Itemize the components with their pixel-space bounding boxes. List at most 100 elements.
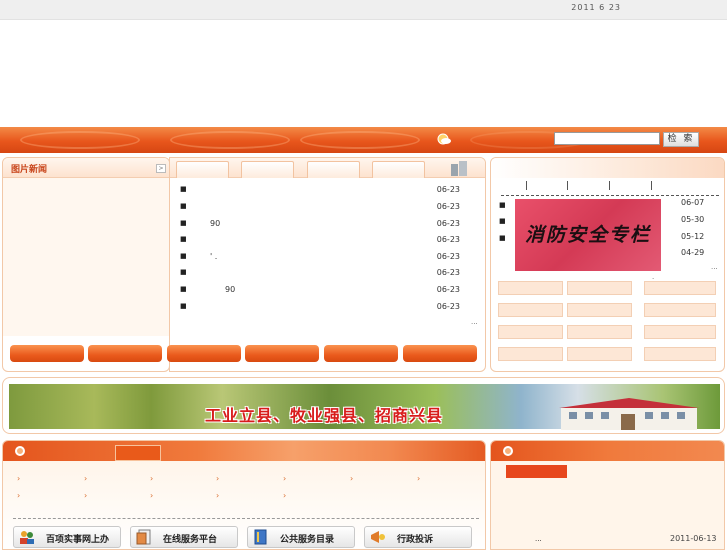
bullet-icon: ... — [535, 535, 542, 543]
service-button-label: 在线服务平台 — [163, 535, 218, 545]
news-item[interactable]: ■ 06-23 — [180, 233, 460, 249]
tab-separator — [651, 181, 652, 190]
bullet-icon: ■ — [180, 285, 187, 293]
news-date: 06-23 — [436, 185, 460, 194]
chevron-right-icon: › — [150, 474, 154, 483]
news-tab-1[interactable] — [176, 161, 229, 178]
fire-safety-column-banner[interactable]: 消防安全专栏 — [515, 199, 661, 271]
link-box[interactable] — [567, 347, 632, 361]
more-link[interactable]: ... — [711, 263, 718, 271]
services-tab-active[interactable] — [115, 445, 161, 461]
photo-news-image-area[interactable] — [3, 178, 169, 336]
bullet-icon: ■ — [180, 185, 187, 193]
link-box[interactable] — [498, 347, 563, 361]
news-date: 06-23 — [436, 235, 460, 244]
news-date: 06-23 — [436, 219, 460, 228]
photo-news-more-button[interactable]: > — [156, 164, 166, 173]
news-title[interactable]: 90 — [225, 285, 235, 294]
link-box[interactable] — [567, 303, 632, 317]
news-tab-3[interactable] — [307, 161, 360, 178]
news-title[interactable]: ' . — [210, 252, 217, 261]
notice-header — [491, 441, 724, 461]
tab-separator — [609, 181, 610, 190]
link-box[interactable] — [498, 325, 563, 339]
search-input[interactable] — [554, 132, 660, 145]
fire-safety-banner-text: 消防安全专栏 — [524, 224, 651, 246]
link-box[interactable] — [567, 325, 632, 339]
notice-tab-active[interactable] — [506, 465, 567, 478]
chevron-right-icon: › — [417, 474, 421, 483]
quick-link-button-4[interactable] — [245, 345, 319, 362]
chevron-right-icon: › — [350, 474, 354, 483]
bullet-icon: ■ — [180, 202, 187, 210]
notice-date: 2011-06-13 — [670, 534, 717, 543]
link-box[interactable] — [644, 281, 716, 295]
news-item[interactable]: ■ 06-23 — [180, 300, 460, 316]
document-icon — [136, 529, 151, 545]
news-title[interactable]: 90 — [210, 219, 220, 228]
search-button[interactable]: 检 索 — [663, 132, 699, 147]
chevron-right-icon: › — [216, 474, 220, 483]
item-date: 04-29 — [681, 248, 705, 257]
services-panel: › › › › › › › › › › › › 百项实事网上办 在线服务平台 公… — [2, 440, 486, 550]
quick-link-button-5[interactable] — [324, 345, 398, 362]
chevron-right-icon: › — [84, 491, 88, 500]
weather-sun-icon — [437, 133, 451, 145]
news-date: 06-23 — [436, 252, 460, 261]
quick-link-button-3[interactable] — [167, 345, 241, 362]
link-box[interactable] — [567, 281, 632, 295]
slogan-banner-panel: 工业立县、牧业强县、招商兴县 — [2, 377, 725, 434]
slogan-banner[interactable]: 工业立县、牧业强县、招商兴县 — [9, 384, 720, 430]
news-item[interactable]: ■ 90 06-23 — [180, 217, 460, 233]
service-button-label: 百项实事网上办 — [46, 535, 110, 545]
circle-icon — [15, 446, 25, 456]
bullet-icon: ■ — [499, 234, 506, 242]
notice-body: ... 2011-06-13 — [491, 461, 724, 549]
link-box[interactable] — [498, 303, 563, 317]
tab-separator — [567, 181, 568, 190]
news-tab-4[interactable] — [372, 161, 425, 178]
news-item[interactable]: ■ 06-23 — [180, 183, 460, 199]
chevron-right-icon: › — [17, 491, 21, 500]
people-icon — [20, 531, 34, 544]
book-icon — [254, 529, 267, 545]
news-tab-2[interactable] — [241, 161, 294, 178]
chevron-right-icon: › — [84, 474, 88, 483]
bullet-icon: ■ — [499, 201, 506, 209]
item-date: 06-07 — [681, 198, 705, 207]
news-date: 06-23 — [436, 202, 460, 211]
megaphone-icon — [371, 531, 385, 543]
bullet-icon: ■ — [180, 268, 187, 276]
current-date: 2011 6 23 — [571, 3, 621, 12]
circle-icon — [503, 446, 513, 456]
notice-panel: ... 2011-06-13 — [490, 440, 725, 550]
news-more-link[interactable]: ... — [471, 318, 478, 326]
quick-link-button-6[interactable] — [403, 345, 477, 362]
news-list-panel: ■ 06-23 ■ 06-23 ■ 90 06-23 ■ 06-23 ■ ' .… — [169, 157, 486, 372]
chevron-right-icon: › — [283, 491, 287, 500]
photo-news-title[interactable]: 图片新闻 — [11, 162, 47, 175]
link-box[interactable] — [498, 281, 563, 295]
bullet-icon: ■ — [180, 219, 187, 227]
news-item[interactable]: ■ 06-23 — [180, 266, 460, 282]
service-button-label: 行政投诉 — [397, 535, 434, 545]
government-building-icon — [559, 398, 699, 430]
service-button-label: 公共服务目录 — [280, 535, 335, 545]
chevron-right-icon: › — [150, 491, 154, 500]
link-box[interactable] — [644, 303, 716, 317]
news-date: 06-23 — [436, 302, 460, 311]
tab-separator — [526, 181, 527, 190]
news-item[interactable]: ■ ' . 06-23 — [180, 250, 460, 266]
bullet-icon: ■ — [180, 302, 187, 310]
divider — [501, 195, 719, 196]
quick-link-button-2[interactable] — [88, 345, 162, 362]
news-item[interactable]: ■ 06-23 — [180, 200, 460, 216]
photo-news-panel: 图片新闻 > — [2, 157, 170, 372]
link-box[interactable] — [644, 347, 716, 361]
news-item[interactable]: ■ 90 06-23 — [180, 283, 460, 299]
item-date: 05-30 — [681, 215, 705, 224]
link-box[interactable] — [644, 325, 716, 339]
quick-link-button-1[interactable] — [10, 345, 84, 362]
bullet-icon: ■ — [180, 235, 187, 243]
chevron-right-icon: › — [17, 474, 21, 483]
